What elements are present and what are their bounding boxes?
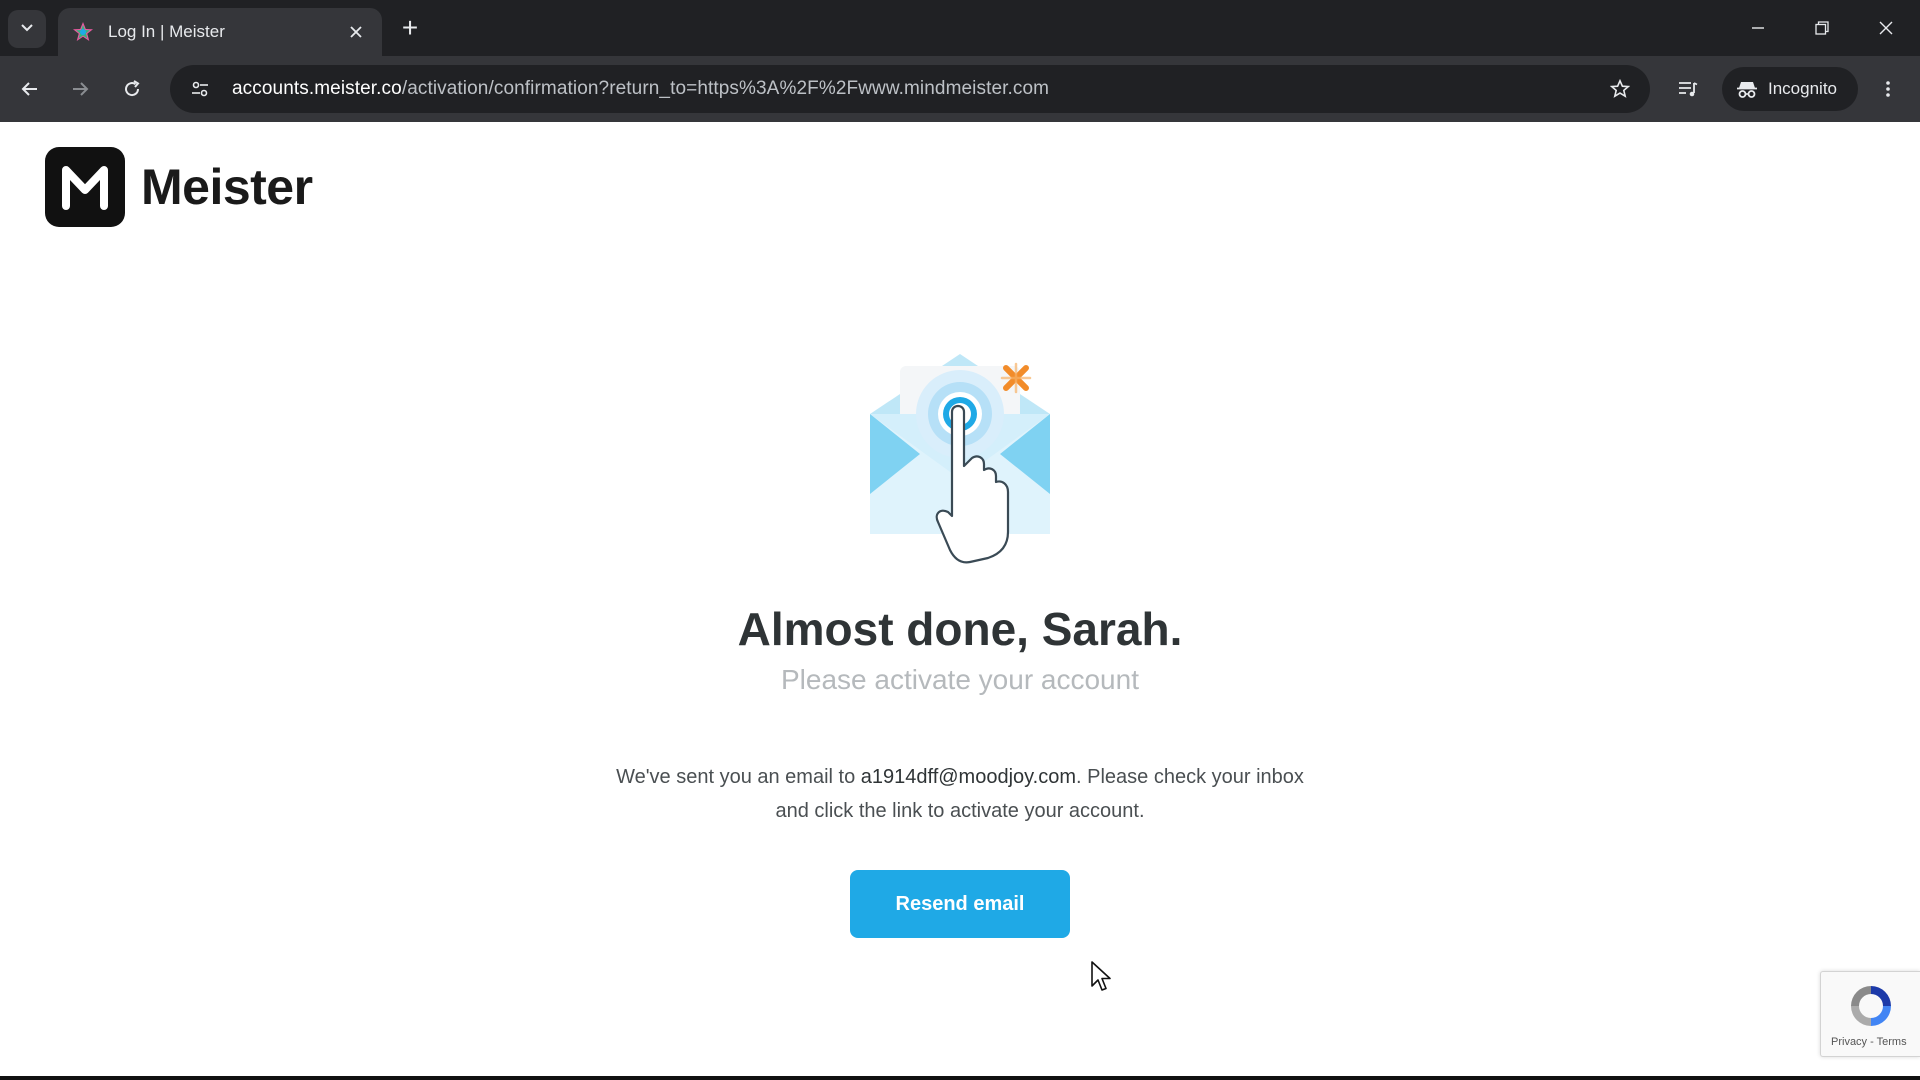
brand-name: Meister — [141, 159, 313, 215]
forward-button[interactable] — [60, 69, 100, 109]
reload-button[interactable] — [112, 69, 152, 109]
tab-close-button[interactable] — [344, 20, 368, 44]
meister-favicon-icon — [72, 21, 94, 43]
reload-icon — [125, 80, 140, 97]
tune-icon — [192, 81, 208, 97]
close-icon — [350, 26, 362, 38]
url-path: /activation/confirmation?return_to=https… — [401, 78, 1050, 99]
recaptcha-separator: - — [1867, 1036, 1877, 1048]
star-icon — [1610, 79, 1630, 98]
page-title: Almost done, Sarah. — [737, 603, 1183, 655]
incognito-label: Incognito — [1768, 79, 1837, 98]
restore-icon — [1815, 21, 1829, 35]
forward-arrow-icon — [73, 82, 89, 96]
recaptcha-icon — [1847, 982, 1895, 1030]
back-button[interactable] — [10, 69, 50, 109]
recaptcha-links: Privacy - Terms — [1831, 1036, 1907, 1048]
recaptcha-terms-link[interactable]: Terms — [1877, 1036, 1907, 1048]
kebab-menu-icon — [1886, 81, 1890, 97]
restore-button[interactable] — [1798, 8, 1846, 48]
browser-toolbar: accounts.meister.co/activation/confirmat… — [0, 56, 1920, 122]
chevron-down-icon — [19, 19, 35, 40]
recipient-email: a1914dff@moodjoy.com — [860, 766, 1077, 788]
close-window-button[interactable] — [1862, 8, 1910, 48]
url-host: accounts.meister.co — [232, 78, 402, 99]
message-intro: We've sent you an email to — [616, 766, 861, 788]
minimize-icon — [1752, 27, 1764, 29]
incognito-indicator[interactable]: Incognito — [1722, 67, 1858, 111]
back-arrow-icon — [21, 82, 37, 96]
recaptcha-badge[interactable]: Privacy - Terms — [1820, 971, 1920, 1057]
browser-titlebar: Log In | Meister + — [0, 0, 1920, 56]
bookmark-button[interactable] — [1600, 69, 1640, 109]
bottom-divider — [0, 1076, 1920, 1080]
envelope-tap-illustration — [860, 354, 1060, 564]
address-bar[interactable]: accounts.meister.co/activation/confirmat… — [170, 65, 1650, 113]
media-control-icon — [1679, 82, 1698, 97]
meister-logo-mark — [45, 147, 125, 227]
media-control-button[interactable] — [1668, 69, 1708, 109]
tab-title: Log In | Meister — [108, 22, 225, 41]
url-text[interactable]: accounts.meister.co/activation/confirmat… — [232, 78, 1600, 100]
close-icon — [1879, 21, 1893, 35]
browser-tab[interactable]: Log In | Meister — [58, 8, 382, 56]
recaptcha-privacy-link[interactable]: Privacy — [1831, 1036, 1867, 1048]
meister-logo[interactable]: Meister — [45, 147, 313, 227]
new-tab-button[interactable]: + — [394, 12, 426, 44]
tab-search-button[interactable] — [8, 10, 46, 48]
confirmation-message: We've sent you an email to a1914dff@mood… — [600, 760, 1320, 828]
resend-email-button[interactable]: Resend email — [850, 870, 1070, 938]
browser-menu-button[interactable] — [1868, 69, 1908, 109]
site-info-button[interactable] — [178, 67, 222, 111]
mouse-pointer-icon — [1090, 960, 1112, 992]
page-subtitle: Please activate your account — [781, 664, 1139, 695]
page-content: Meister Almost done, Sarah. Please activ… — [0, 122, 1920, 1080]
incognito-icon — [1736, 78, 1758, 100]
minimize-button[interactable] — [1734, 8, 1782, 48]
